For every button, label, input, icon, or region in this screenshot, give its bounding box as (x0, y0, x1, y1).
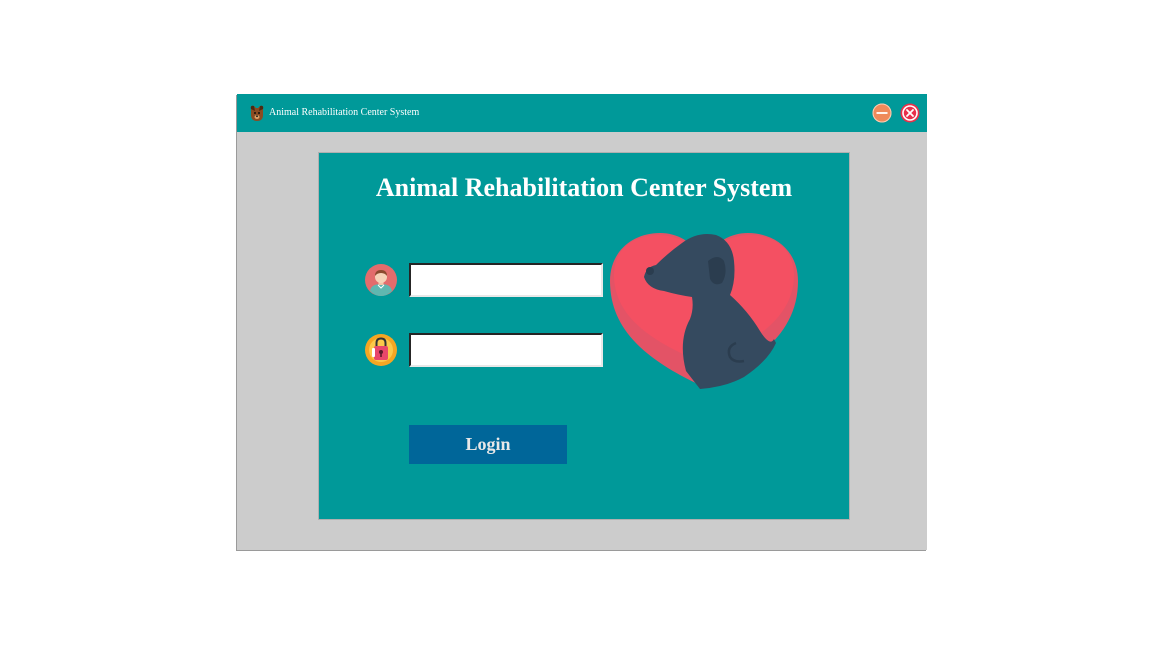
dog-heart-icon (608, 231, 800, 389)
title-bar[interactable]: Animal Rehabilitation Center System (237, 94, 927, 132)
login-button[interactable]: Login (409, 425, 567, 464)
password-input[interactable] (409, 333, 603, 367)
user-icon (365, 264, 397, 296)
window-title: Animal Rehabilitation Center System (269, 107, 420, 118)
page-title: Animal Rehabilitation Center System (375, 173, 793, 202)
username-input[interactable] (409, 263, 603, 297)
login-panel: Animal Rehabilitation Center System Logi… (319, 153, 849, 519)
key-icon (365, 334, 397, 366)
dog-icon (247, 103, 267, 123)
close-icon (900, 103, 920, 123)
minimize-button[interactable] (872, 103, 892, 123)
login-window: Animal Rehabilitation Center System Anim… (237, 94, 927, 550)
close-button[interactable] (900, 103, 920, 123)
minimize-icon (872, 103, 892, 123)
